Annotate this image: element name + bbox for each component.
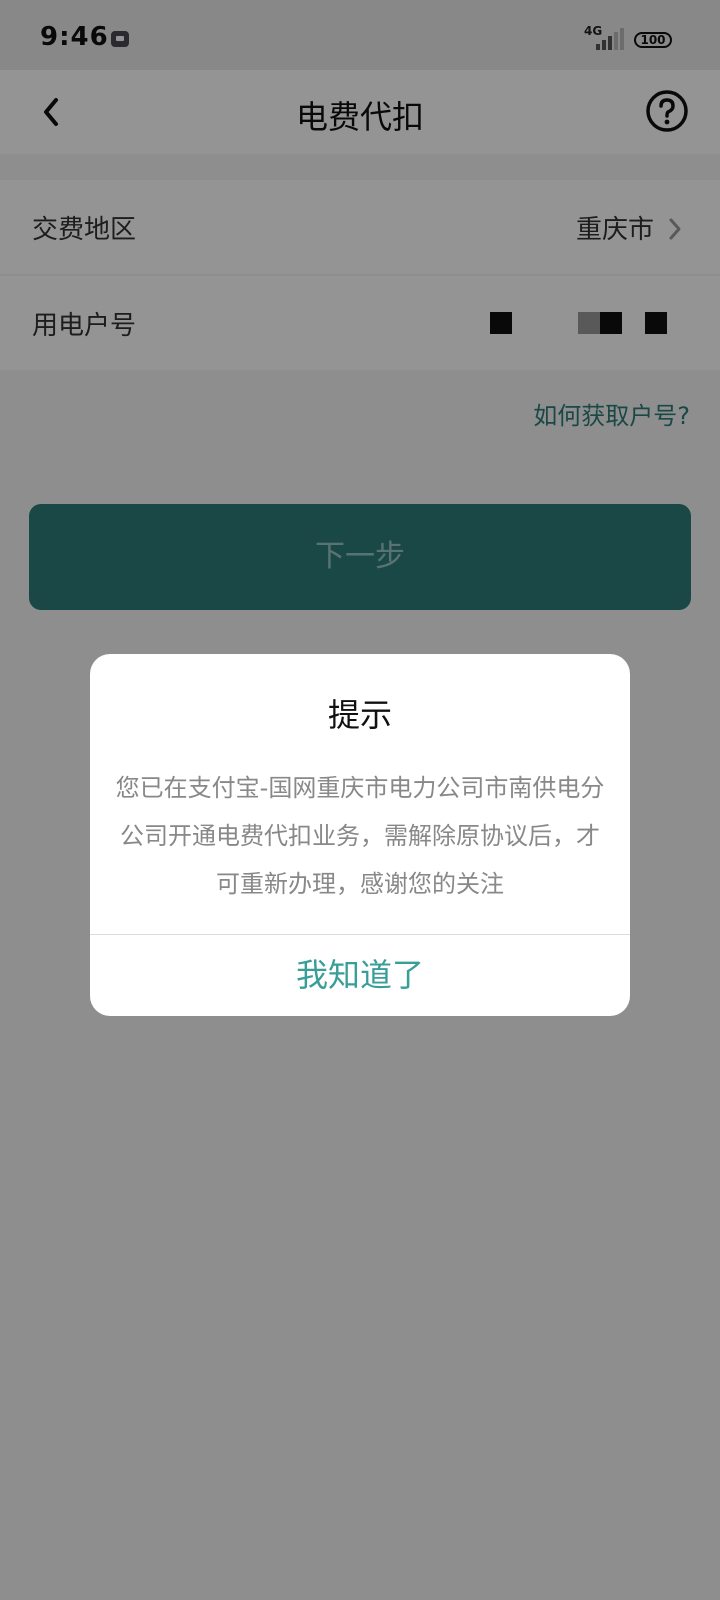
screen: 9:46 4G 100 电费代扣 交费地区 重庆市 用电户号 如何获取户号? 下…: [0, 0, 720, 1600]
dialog-message: 您已在支付宝-国网重庆市电力公司市南供电分公司开通电费代扣业务，需解除原协议后，…: [115, 774, 605, 898]
dialog-title: 提示: [327, 696, 392, 734]
dialog-confirm-button[interactable]: 我知道了: [90, 935, 630, 1016]
alert-dialog: 提示 您已在支付宝-国网重庆市电力公司市南供电分公司开通电费代扣业务，需解除原协…: [90, 654, 630, 1016]
